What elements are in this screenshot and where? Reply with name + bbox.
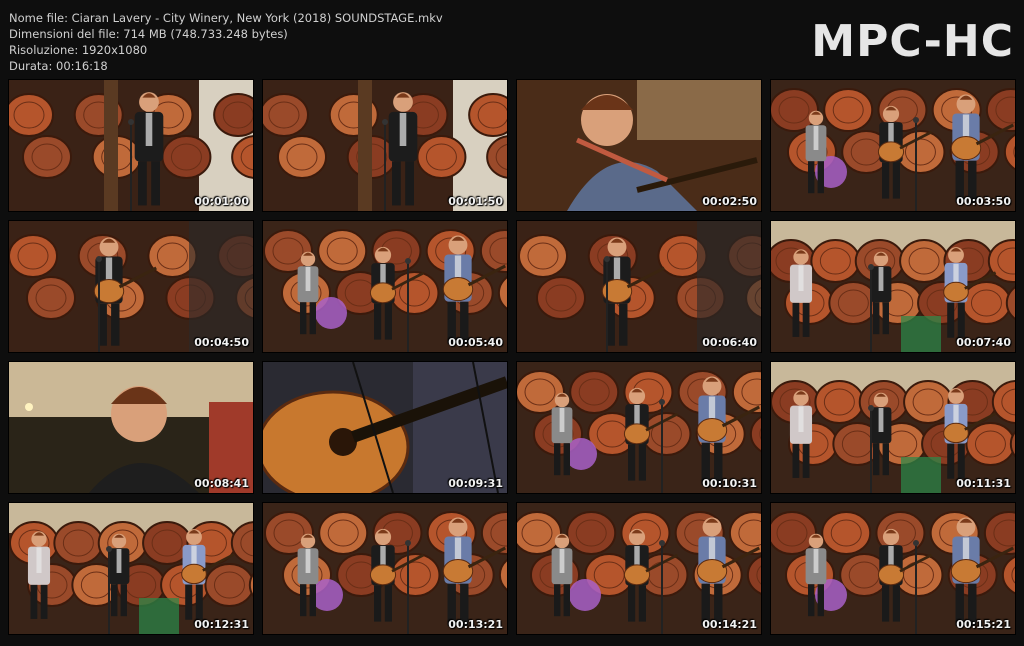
video-thumbnail: 00:07:40 (771, 221, 1015, 352)
video-thumbnail: 00:01:00 (9, 80, 253, 211)
thumbnail-timestamp: 00:09:31 (448, 477, 503, 490)
video-thumbnail: 00:04:50 (9, 221, 253, 352)
thumbnail-frame-image (771, 80, 1015, 211)
thumbnail-timestamp: 00:15:21 (956, 618, 1011, 631)
thumbnail-timestamp: 00:03:50 (956, 195, 1011, 208)
video-thumbnail: 00:14:21 (517, 503, 761, 634)
video-thumbnail: 00:08:41 (9, 362, 253, 493)
thumbnail-frame-image (517, 80, 761, 211)
thumbnail-frame-image (9, 503, 253, 634)
video-thumbnail: 00:01:50 (263, 80, 507, 211)
file-name-text: Nome file: Ciaran Lavery - City Winery, … (9, 11, 443, 25)
thumbnail-timestamp: 00:11:31 (956, 477, 1011, 490)
resolution-text: Risoluzione: 1920x1080 (9, 43, 148, 57)
thumbnail-timestamp: 00:13:21 (448, 618, 503, 631)
mpc-hc-logo: MPC-HC (811, 16, 1014, 67)
thumbnail-timestamp: 00:06:40 (702, 336, 757, 349)
video-thumbnail: 00:02:50 (517, 80, 761, 211)
video-thumbnail: 00:09:31 (263, 362, 507, 493)
thumbnail-frame-image (263, 362, 507, 493)
thumbnail-frame-image (263, 503, 507, 634)
video-thumbnail: 00:03:50 (771, 80, 1015, 211)
video-thumbnail: 00:12:31 (9, 503, 253, 634)
video-thumbnail: 00:05:40 (263, 221, 507, 352)
video-thumbnail: 00:06:40 (517, 221, 761, 352)
thumbnail-frame-image (517, 221, 761, 352)
thumbnail-frame-image (771, 221, 1015, 352)
video-thumbnail: 00:11:31 (771, 362, 1015, 493)
thumbnail-frame-image (9, 221, 253, 352)
file-info: Nome file: Ciaran Lavery - City Winery, … (9, 10, 443, 74)
thumbnail-timestamp: 00:12:31 (194, 618, 249, 631)
thumbnail-timestamp: 00:05:40 (448, 336, 503, 349)
video-thumbnail: 00:15:21 (771, 503, 1015, 634)
thumbnail-timestamp: 00:14:21 (702, 618, 757, 631)
thumbnail-frame-image (771, 362, 1015, 493)
thumbnail-timestamp: 00:04:50 (194, 336, 249, 349)
file-size-text: Dimensioni del file: 714 MB (748.733.248… (9, 27, 288, 41)
thumbnail-frame-image (9, 80, 253, 211)
thumbnail-timestamp: 00:02:50 (702, 195, 757, 208)
thumbnail-frame-image (263, 80, 507, 211)
thumbnail-grid: 00:01:00 00:01:50 00:02:50 00:03:50 00:04:50… (9, 80, 1015, 634)
video-thumbnail: 00:10:31 (517, 362, 761, 493)
thumbnail-timestamp: 00:07:40 (956, 336, 1011, 349)
thumbnail-timestamp: 00:01:00 (194, 195, 249, 208)
thumbnail-timestamp: 00:10:31 (702, 477, 757, 490)
thumbnail-frame-image (771, 503, 1015, 634)
thumbnail-frame-image (263, 221, 507, 352)
thumbnail-frame-image (517, 362, 761, 493)
thumbnail-timestamp: 00:01:50 (448, 195, 503, 208)
duration-text: Durata: 00:16:18 (9, 59, 108, 73)
video-thumbnail: 00:13:21 (263, 503, 507, 634)
thumbnail-frame-image (9, 362, 253, 493)
thumbnail-frame-image (517, 503, 761, 634)
thumbnail-timestamp: 00:08:41 (194, 477, 249, 490)
